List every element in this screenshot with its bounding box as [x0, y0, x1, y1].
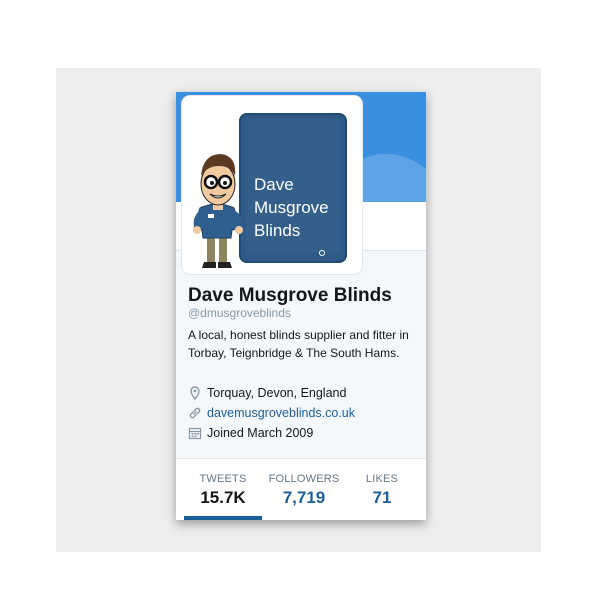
website-row[interactable]: davemusgroveblinds.co.uk: [188, 406, 355, 420]
followers-count: 7,719: [282, 488, 326, 507]
tablet-home-button: [319, 250, 325, 256]
link-icon: [189, 407, 201, 419]
profile-name[interactable]: Dave Musgrove Blinds: [188, 285, 392, 307]
calendar-icon: [188, 427, 202, 440]
joined-row: Joined March 2009: [188, 426, 313, 440]
location-text: Torquay, Devon, England: [207, 386, 347, 400]
followers-label: FOLLOWERS: [268, 473, 340, 485]
profile-card: Dave Musgrove Blinds Dave Musgrove Blind…: [176, 92, 426, 520]
avatar[interactable]: Dave Musgrove Blinds: [182, 96, 362, 274]
tweets-count: 15.7K: [200, 488, 246, 507]
likes-stat[interactable]: LIKES 71: [352, 459, 412, 520]
profile-stats-nav: TWEETS 15.7K FOLLOWERS 7,719 LIKES 71: [176, 459, 426, 520]
tweets-label: TWEETS: [199, 473, 247, 485]
avatar-tablet-graphic: Dave Musgrove Blinds: [239, 113, 347, 263]
map-pin-icon: [190, 386, 200, 400]
avatar-logo-text: Dave Musgrove Blinds: [254, 175, 329, 240]
tweets-stat[interactable]: TWEETS 15.7K: [184, 459, 262, 520]
website-link[interactable]: davemusgroveblinds.co.uk: [207, 406, 355, 420]
profile-bio: A local, honest blinds supplier and fitt…: [188, 328, 409, 360]
followers-stat[interactable]: FOLLOWERS 7,719: [266, 459, 342, 520]
location-row: Torquay, Devon, England: [188, 386, 346, 400]
likes-label: LIKES: [365, 473, 399, 485]
active-tab-indicator: [184, 516, 262, 520]
joined-text: Joined March 2009: [207, 426, 314, 440]
likes-count: 71: [372, 488, 392, 507]
mascot-illustration: [193, 154, 243, 268]
profile-handle[interactable]: @dmusgroveblinds: [188, 306, 291, 320]
